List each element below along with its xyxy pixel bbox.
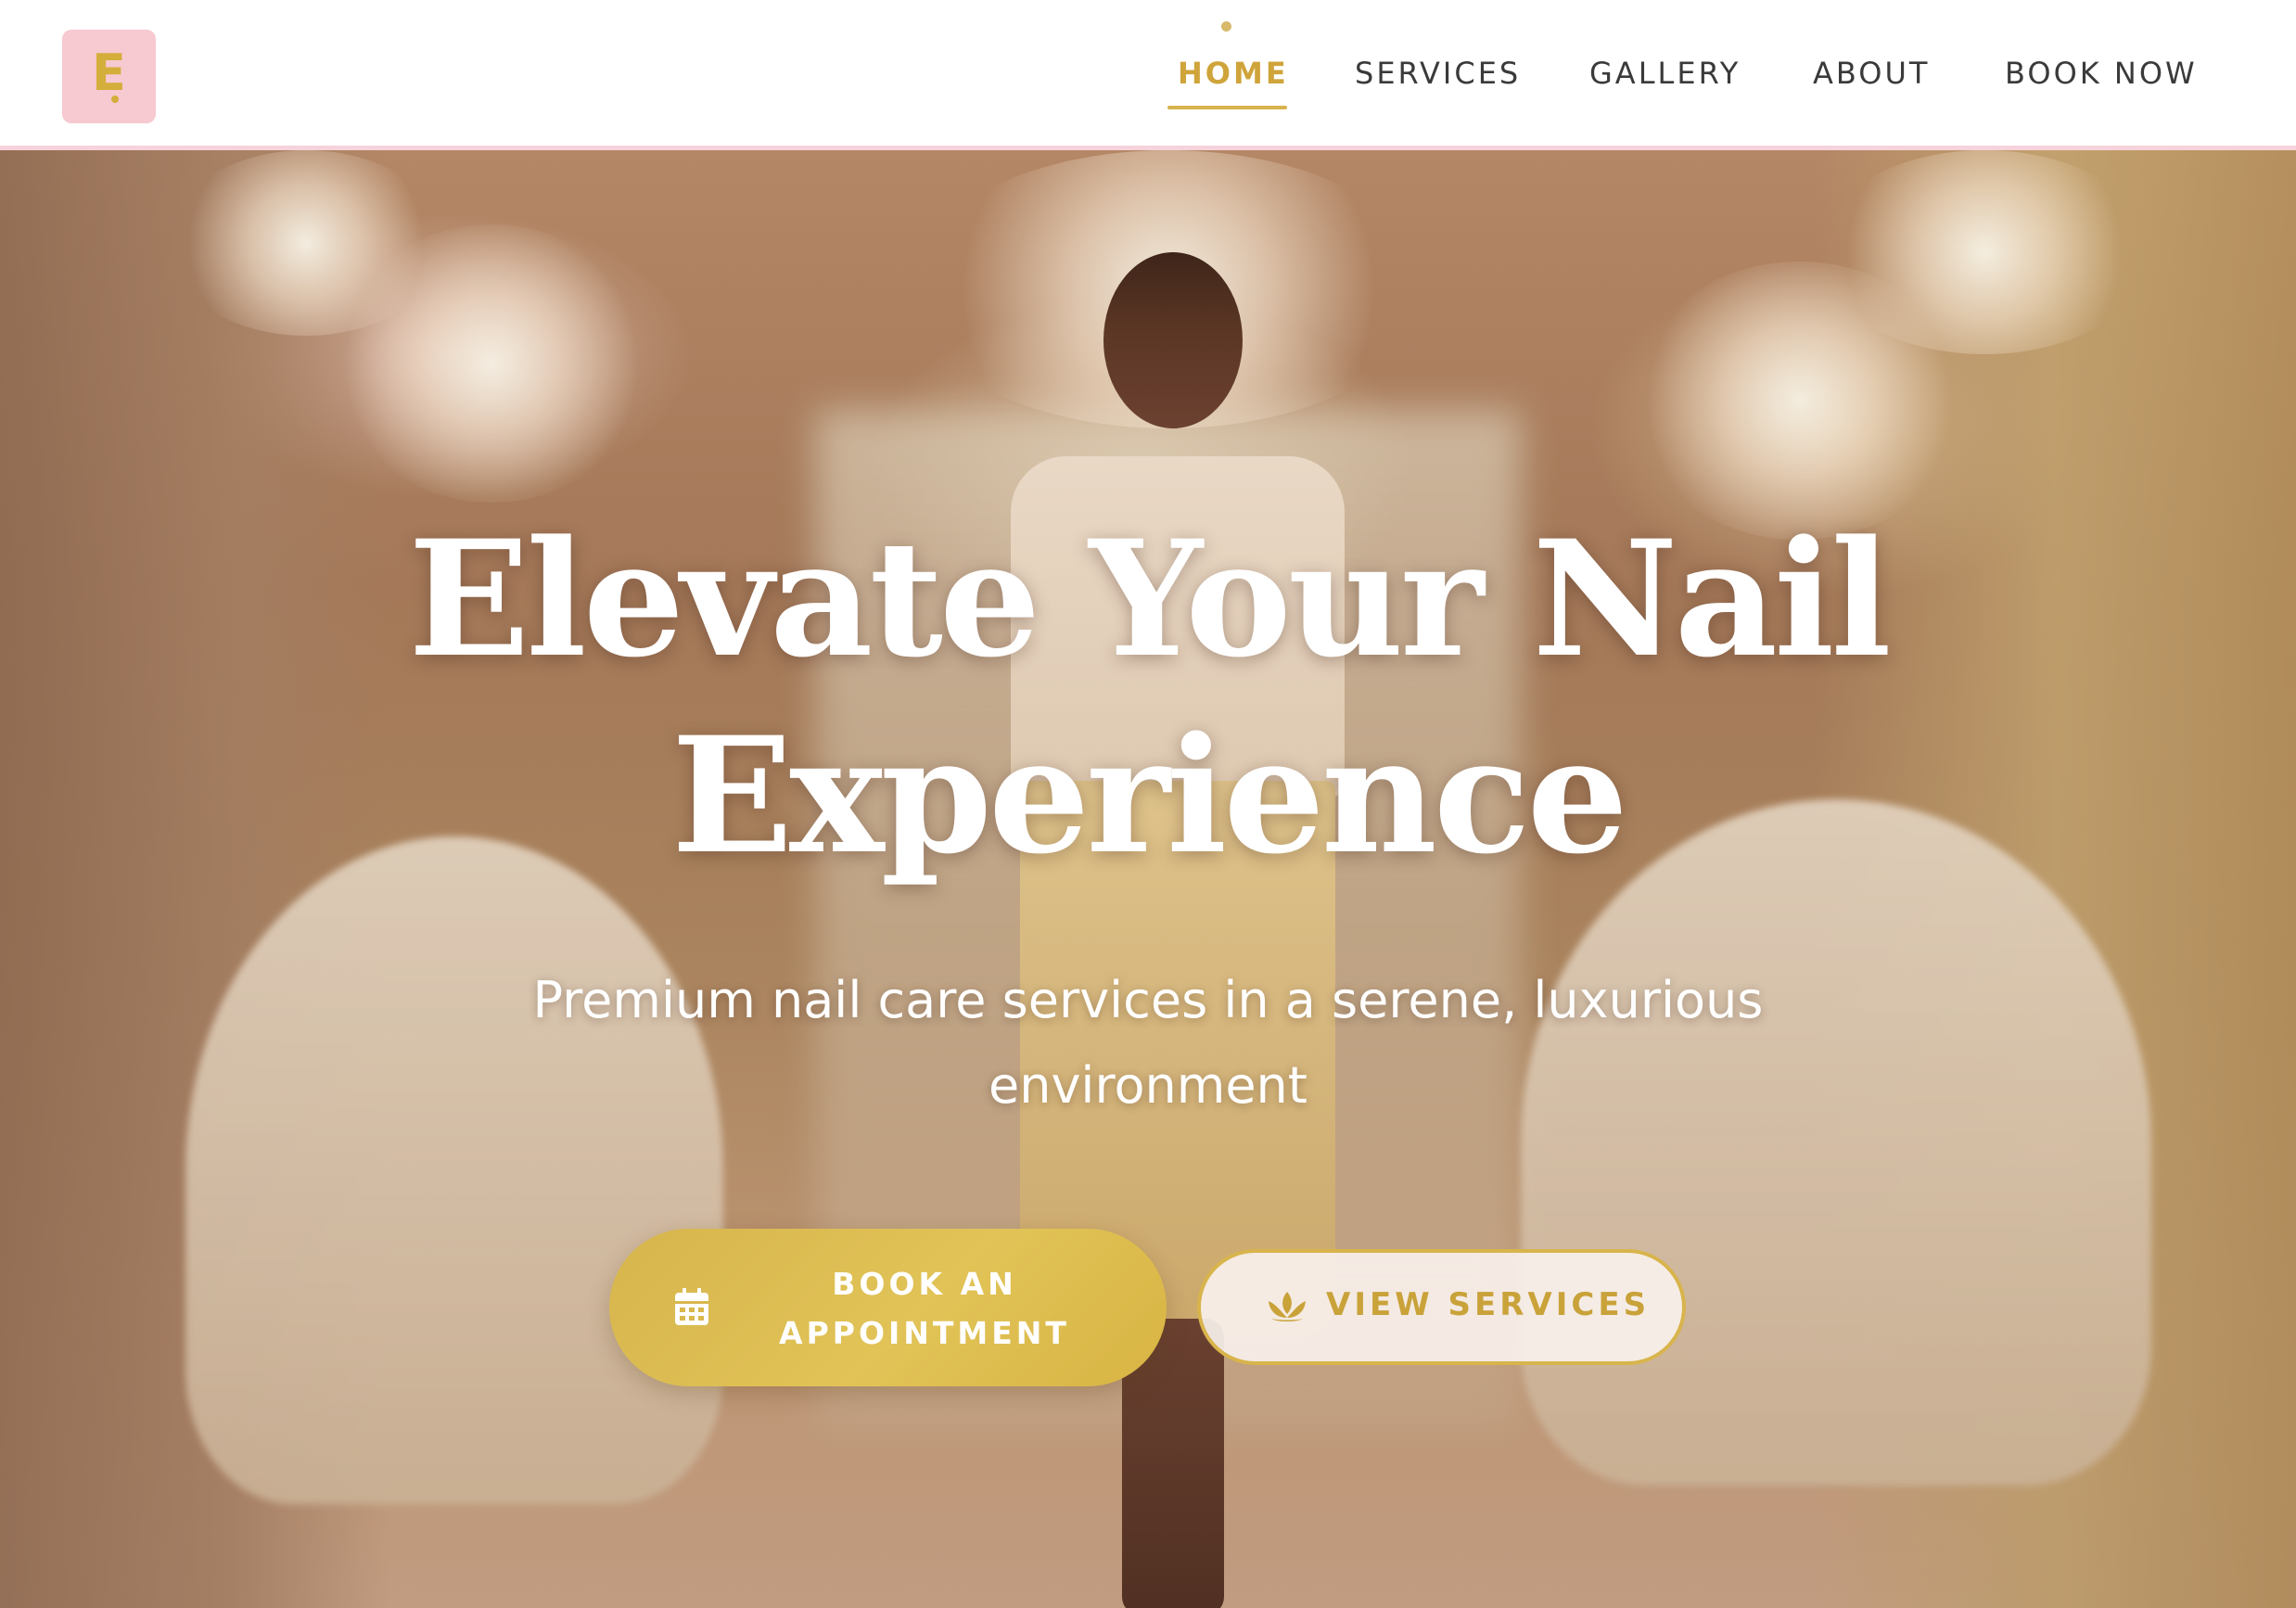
nav-services[interactable]: SERVICES [1355,56,1521,91]
main-nav: HOME SERVICES GALLERY ABOUT BOOK NOW [0,0,2296,150]
hero-title: Elevate Your Nail Experience [0,501,2296,894]
nav-active-dot [1221,21,1231,32]
nav-gallery[interactable]: GALLERY [1589,56,1741,91]
view-services-button[interactable]: VIEW SERVICES [1197,1249,1686,1365]
nav-home[interactable]: HOME [1178,56,1289,91]
view-services-label: VIEW SERVICES [1326,1286,1651,1323]
book-appointment-label-line-1: BOOK AN [832,1266,1017,1302]
book-appointment-label: BOOK AN APPOINTMENT [739,1259,1110,1358]
book-appointment-label-line-2: APPOINTMENT [779,1315,1070,1351]
nav-active-underline [1167,106,1287,109]
hero-subtitle: Premium nail care services in a serene, … [532,971,1764,1115]
calendar-icon [675,1288,708,1325]
hero-title-line-2: Experience [671,701,1628,889]
nav-book-now[interactable]: BOOK NOW [2005,56,2198,91]
book-appointment-button[interactable]: BOOK AN APPOINTMENT [609,1229,1167,1386]
nav-about[interactable]: ABOUT [1813,56,1930,91]
hero-title-line-1: Elevate Your Nail [408,504,1891,693]
lotus-icon [1269,1292,1306,1321]
site-header: E HOME SERVICES GALLERY ABOUT BOOK NOW [0,0,2296,150]
